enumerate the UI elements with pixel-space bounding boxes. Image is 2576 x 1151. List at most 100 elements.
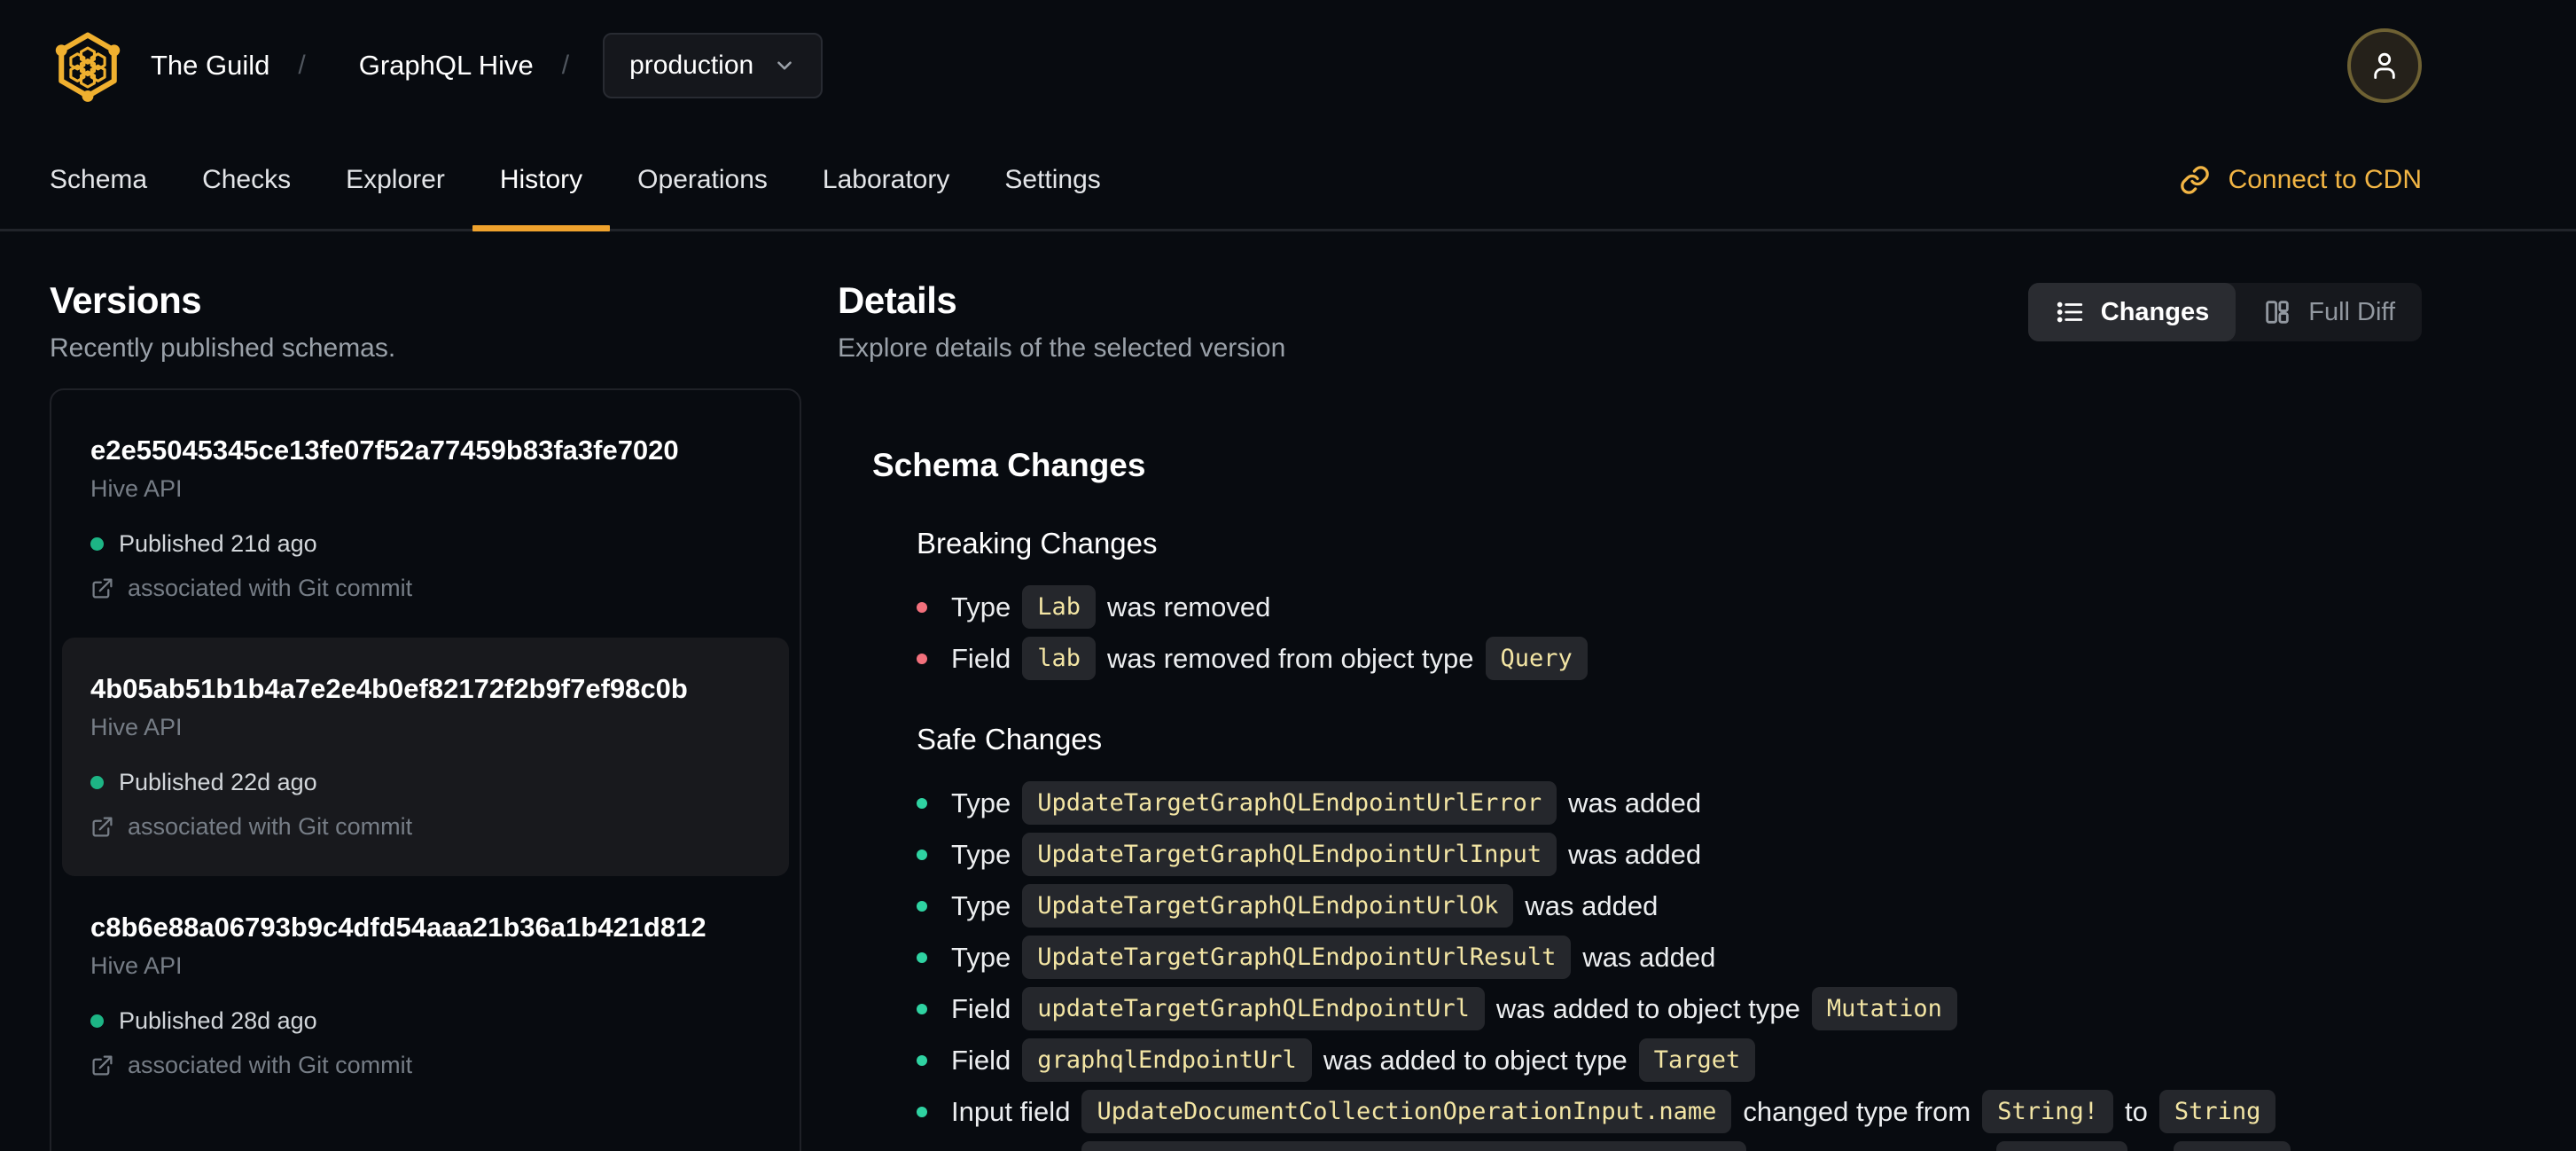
change-text: was added <box>1525 889 1659 921</box>
target-selector[interactable]: production <box>603 33 824 98</box>
code-badge: Mutation <box>1811 987 1957 1030</box>
version-git-row[interactable]: associated with Git commit <box>90 1052 761 1079</box>
change-text: was added to object type <box>1323 1044 1628 1076</box>
tab-label: History <box>499 165 583 194</box>
change-bullet <box>917 1054 927 1066</box>
change-item: Type UpdateTargetGraphQLEndpointUrlResult… <box>917 936 2422 979</box>
hive-logo-icon[interactable] <box>50 27 126 104</box>
code-badge: UpdateDocumentCollectionOperationInput.n… <box>1081 1090 1732 1133</box>
versions-list: e2e55045345ce13fe07f52a77459b83fa3fe7020… <box>50 388 801 1151</box>
change-bullet <box>917 849 927 860</box>
code-badge: Target <box>1638 1038 1756 1082</box>
tab-label: Explorer <box>346 165 445 194</box>
view-toggle: Changes Full Diff <box>2027 283 2422 341</box>
change-text: Field <box>951 642 1011 674</box>
full-diff-toggle-button[interactable]: Full Diff <box>2236 283 2422 341</box>
code-badge: UpdateTargetGraphQLEndpointUrlInput <box>1022 833 1557 876</box>
tab-operations[interactable]: Operations <box>637 131 768 229</box>
change-text: was removed <box>1107 591 1271 622</box>
change-text: Type <box>951 591 1011 622</box>
breaking-changes-group: Breaking Changes Type Lab was removed Field… <box>872 527 2422 680</box>
change-item: Field updateTargetGraphQLEndpointUrl was a… <box>917 987 2422 1030</box>
chevron-down-icon <box>777 61 792 70</box>
change-bullet <box>917 653 927 664</box>
version-git-row[interactable]: associated with Git commit <box>90 813 761 841</box>
code-badge: String! <box>1982 1090 2113 1133</box>
change-bullet <box>917 1003 927 1014</box>
change-item: Type UpdateTargetGraphQLEndpointUrlInput w… <box>917 833 2422 876</box>
version-card[interactable]: e2e55045345ce13fe07f52a77459b83fa3fe7020… <box>62 399 789 638</box>
change-text: Type <box>951 838 1011 870</box>
change-bullet <box>917 797 927 809</box>
safe-changes-list: Type UpdateTargetGraphQLEndpointUrlError w… <box>917 781 2422 1151</box>
tab-label: Settings <box>1004 165 1101 194</box>
version-service: Hive API <box>90 475 183 502</box>
breaking-changes-list: Type Lab was removed Field lab was removed fr… <box>917 585 2422 680</box>
versions-panel: Versions Recently published schemas. e2e… <box>50 279 801 1151</box>
version-service: Hive API <box>90 714 183 740</box>
code-badge: updateTargetGraphQLEndpointUrl <box>1022 987 1485 1030</box>
safe-changes-title: Safe Changes <box>917 723 1103 756</box>
changes-toggle-button[interactable]: Changes <box>2027 283 2236 341</box>
schema-changes-section: Schema Changes Breaking Changes Type Lab w… <box>838 447 2422 1151</box>
change-item: Type Lab was removed <box>917 585 2422 629</box>
code-badge: UpdateTargetGraphQLEndpointUrlOk <box>1022 884 1514 928</box>
change-text: Input field <box>951 1095 1071 1127</box>
columns-icon <box>2266 301 2289 324</box>
breadcrumb-separator: / <box>298 51 306 80</box>
git-commit-text: associated with Git commit <box>128 813 413 840</box>
external-link-icon <box>92 1055 113 1076</box>
git-commit-text: associated with Git commit <box>128 1052 413 1078</box>
tab-schema[interactable]: Schema <box>50 131 147 229</box>
breadcrumb-separator: / <box>561 51 570 80</box>
version-card[interactable]: c8b6e88a06793b9c4dfd54aaa21b36a1b421d812… <box>62 876 789 1115</box>
change-item: Type UpdateTargetGraphQLEndpointUrlError w… <box>917 781 2422 825</box>
version-published-row: Published 21d ago <box>90 530 761 558</box>
change-bullet <box>917 900 927 912</box>
details-header: Details Explore details of the selected … <box>838 279 2422 364</box>
change-text: Type <box>951 941 1011 973</box>
top-bar: The Guild / GraphQL Hive / production <box>0 0 2576 131</box>
tab-label: Checks <box>202 165 292 194</box>
change-bullet <box>917 1106 927 1117</box>
tab-history[interactable]: History <box>472 131 611 231</box>
user-menu-button[interactable] <box>2347 28 2422 103</box>
version-published-row: Published 28d ago <box>90 1007 761 1035</box>
code-badge: UpdateTargetGraphQLEndpointUrlError <box>1022 781 1557 825</box>
connect-to-cdn-link[interactable]: Connect to CDN <box>2179 131 2422 229</box>
version-card[interactable]: 4b05ab51b1b4a7e2e4b0ef82172f2b9f7ef98c0b… <box>62 638 789 876</box>
change-text: was added to object type <box>1495 992 1800 1024</box>
change-text: to <box>2139 1147 2162 1151</box>
change-item: Field graphqlEndpointUrl was added to obje… <box>917 1038 2422 1082</box>
change-text: Input field <box>951 1147 1070 1151</box>
code-badge: String <box>2158 1090 2276 1133</box>
published-status-dot <box>90 776 104 789</box>
code-badge: Lab <box>1022 585 1096 629</box>
details-panel: Details Explore details of the selected … <box>838 279 2422 1151</box>
breadcrumb: The Guild / GraphQL Hive / production <box>50 27 824 104</box>
version-card[interactable]: a823f6db2a55df877dcf406006abca97fcc4858c… <box>62 1115 789 1151</box>
changes-toggle-label: Changes <box>2100 297 2210 326</box>
change-item: Type UpdateTargetGraphQLEndpointUrlOk was … <box>917 884 2422 928</box>
tab-settings[interactable]: Settings <box>1004 131 1100 229</box>
published-text: Published 22d ago <box>119 769 317 795</box>
change-text: was added <box>1582 941 1716 973</box>
tab-label: Laboratory <box>822 165 950 194</box>
change-text: was added <box>1568 838 1702 870</box>
details-subtitle: Explore details of the selected version <box>838 333 1286 363</box>
change-text: was added <box>1568 787 1702 818</box>
version-service: Hive API <box>90 952 183 979</box>
tab-laboratory[interactable]: Laboratory <box>823 131 949 229</box>
details-title: Details <box>838 279 957 321</box>
breadcrumb-project[interactable]: GraphQL Hive <box>359 50 534 82</box>
tab-explorer[interactable]: Explorer <box>346 131 445 229</box>
tab-checks[interactable]: Checks <box>202 131 291 229</box>
change-bullet <box>917 601 927 613</box>
details-heading-block: Details Explore details of the selected … <box>838 279 1285 364</box>
version-git-row[interactable]: associated with Git commit <box>90 575 761 602</box>
version-hash: 4b05ab51b1b4a7e2e4b0ef82172f2b9f7ef98c0b <box>90 673 688 704</box>
tab-bar: Schema Checks Explorer History Operations Lab… <box>0 131 2576 231</box>
breadcrumb-org[interactable]: The Guild <box>151 50 269 82</box>
target-selector-value: production <box>629 51 754 80</box>
code-badge: graphqlEndpointUrl <box>1022 1038 1312 1082</box>
